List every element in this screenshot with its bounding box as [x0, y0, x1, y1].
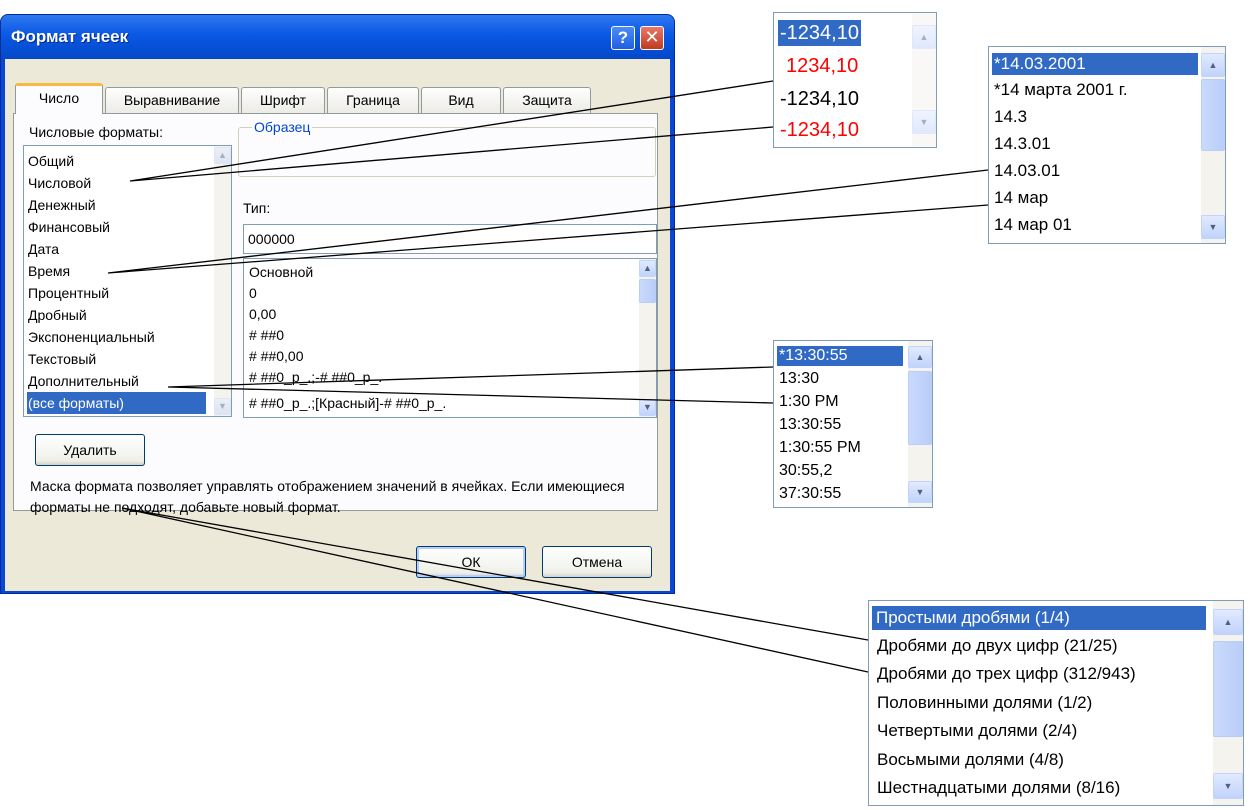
number-sample-item[interactable]: -1234,10 — [778, 20, 861, 46]
scroll-up-icon[interactable]: ▲ — [639, 260, 656, 277]
close-button[interactable]: ✕ — [640, 26, 664, 50]
time-format-item[interactable]: 13:30 — [779, 369, 819, 389]
fraction-format-item[interactable]: Шестнадцатыми долями (8/16) — [877, 776, 1120, 800]
tab-number[interactable]: Число — [15, 83, 103, 114]
format-code-scrollbar[interactable]: ▲ ▼ — [639, 259, 656, 417]
ok-button[interactable]: ОК — [416, 546, 526, 578]
scroll-down-icon[interactable]: ▼ — [1201, 215, 1225, 239]
format-code-item[interactable]: # ##0_р_.;-# ##0_р_. — [249, 367, 382, 388]
number-sample-item[interactable]: -1234,10 — [780, 86, 859, 112]
format-code-item[interactable]: 0 — [249, 283, 257, 304]
scroll-down-icon[interactable]: ▼ — [908, 481, 932, 503]
scroll-thumb[interactable] — [1213, 641, 1243, 737]
tab-border[interactable]: Граница — [327, 87, 419, 113]
time-format-item[interactable]: 30:55,2 — [779, 461, 832, 481]
date-format-item[interactable]: *14 марта 2001 г. — [994, 79, 1128, 101]
date-format-item[interactable]: 14.3 — [994, 106, 1027, 128]
category-fraction[interactable]: Дробный — [28, 304, 87, 326]
scroll-up-icon[interactable]: ▲ — [908, 346, 932, 368]
format-code-item[interactable]: # ##0 — [249, 325, 284, 346]
fraction-format-item[interactable]: Четвертыми долями (2/4) — [877, 719, 1077, 743]
time-format-item[interactable]: 1:30:55 PM — [779, 438, 861, 458]
time-format-item[interactable]: 1:30 PM — [779, 392, 839, 412]
category-date[interactable]: Дата — [28, 238, 59, 260]
cancel-button[interactable]: Отмена — [542, 546, 652, 578]
dialog-title: Формат ячеек — [11, 27, 129, 46]
categories-label: Числовые форматы: — [29, 124, 163, 140]
fraction-format-item[interactable]: Восьмыми долями (4/8) — [877, 748, 1064, 772]
format-code-list[interactable]: Основной 0 0,00 # ##0 # ##0,00 # ##0_р_.… — [243, 258, 657, 418]
scroll-down-icon[interactable]: ▼ — [214, 398, 231, 415]
date-format-item[interactable]: 14.3.01 — [994, 133, 1051, 155]
scroll-down-icon[interactable]: ▼ — [912, 110, 936, 134]
title-bar[interactable]: Формат ячеек ? ✕ — [1, 15, 674, 59]
tab-font[interactable]: Шрифт — [241, 87, 325, 113]
tab-view[interactable]: Вид — [421, 87, 501, 113]
category-currency[interactable]: Денежный — [28, 194, 96, 216]
scroll-down-icon[interactable]: ▼ — [1213, 773, 1243, 799]
scroll-up-icon[interactable]: ▲ — [912, 25, 936, 49]
number-sample-item[interactable]: -1234,10 — [780, 117, 859, 143]
category-scrollbar[interactable]: ▲ ▼ — [214, 146, 231, 416]
type-input[interactable]: 000000 — [243, 224, 657, 254]
category-percentage[interactable]: Процентный — [28, 282, 109, 304]
date-format-item[interactable]: *14.03.2001 — [992, 53, 1198, 75]
number-sample-item[interactable]: 1234,10 — [786, 53, 858, 79]
category-list[interactable]: Общий Числовой Денежный Финансовый Дата … — [23, 145, 232, 417]
category-accounting[interactable]: Финансовый — [28, 216, 110, 238]
time-format-item[interactable]: 13:30:55 — [779, 415, 841, 435]
fraction-format-item[interactable]: Дробями до двух цифр (21/25) — [877, 634, 1118, 658]
time-format-item[interactable]: *13:30:55 — [777, 346, 903, 366]
format-code-item[interactable]: Основной — [249, 262, 313, 283]
fraction-format-popup[interactable]: Простыми дробями (1/4) Дробями до двух ц… — [868, 600, 1244, 806]
tab-alignment[interactable]: Выравнивание — [105, 87, 239, 113]
fraction-popup-scrollbar[interactable]: ▲ ▼ — [1213, 601, 1243, 805]
scroll-up-icon[interactable]: ▲ — [1201, 53, 1225, 77]
fraction-format-item[interactable]: Дробями до трех цифр (312/943) — [877, 662, 1136, 686]
number-popup-scrollbar[interactable]: ▲ ▼ — [912, 13, 936, 147]
date-format-popup[interactable]: *14.03.2001 *14 марта 2001 г. 14.3 14.3.… — [988, 46, 1226, 244]
category-scientific[interactable]: Экспоненциальный — [28, 326, 155, 348]
date-popup-scrollbar[interactable]: ▲ ▼ — [1201, 47, 1225, 243]
fraction-format-item[interactable]: Простыми дробями (1/4) — [872, 606, 1206, 630]
format-code-item[interactable]: # ##0,00 — [249, 346, 304, 367]
date-format-item[interactable]: 14.03.01 — [994, 160, 1060, 182]
scroll-thumb[interactable] — [1201, 79, 1225, 151]
help-button[interactable]: ? — [611, 26, 635, 50]
category-general[interactable]: Общий — [28, 150, 74, 172]
type-label: Тип: — [243, 200, 271, 216]
tab-protection[interactable]: Защита — [503, 87, 591, 113]
time-format-item[interactable]: 37:30:55 — [779, 484, 841, 504]
delete-button[interactable]: Удалить — [35, 434, 145, 466]
time-format-popup[interactable]: *13:30:55 13:30 1:30 PM 13:30:55 1:30:55… — [773, 340, 933, 508]
scroll-up-icon[interactable]: ▲ — [1213, 609, 1243, 635]
format-code-item[interactable]: # ##0_р_.;[Красный]-# ##0_р_. — [249, 393, 446, 414]
scroll-up-icon[interactable]: ▲ — [214, 147, 231, 164]
category-number[interactable]: Числовой — [28, 172, 91, 194]
format-code-item[interactable]: 0,00 — [249, 304, 276, 325]
category-text[interactable]: Текстовый — [28, 348, 96, 370]
scroll-down-icon[interactable]: ▼ — [639, 399, 656, 416]
date-format-item[interactable]: 14 мар 01 — [994, 214, 1072, 236]
format-description: Маска формата позволяет управлять отобра… — [30, 478, 625, 515]
scroll-thumb[interactable] — [639, 279, 656, 303]
scroll-thumb[interactable] — [908, 371, 932, 445]
number-format-popup[interactable]: -1234,10 1234,10 -1234,10 -1234,10 ▲ ▼ — [773, 12, 937, 148]
sample-label: Образец — [252, 119, 313, 135]
category-time[interactable]: Время — [28, 260, 70, 282]
date-format-item[interactable]: 14 мар — [994, 187, 1048, 209]
category-special[interactable]: Дополнительный — [28, 370, 139, 392]
category-custom[interactable]: (все форматы) — [27, 392, 206, 414]
time-popup-scrollbar[interactable]: ▲ ▼ — [908, 341, 932, 507]
fraction-format-item[interactable]: Половинными долями (1/2) — [877, 691, 1092, 715]
